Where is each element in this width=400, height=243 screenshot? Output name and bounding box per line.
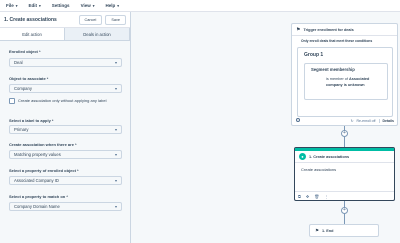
chevron-down-icon: ▾ <box>39 3 41 8</box>
condition-group: Group 1 Segment membership is member of … <box>297 47 393 117</box>
when-there-are-select[interactable]: Matching property values ▾ <box>9 150 122 159</box>
panel-form: Enrolled object * Deal ▾ Object to associ… <box>0 41 130 243</box>
when-there-are-value: Matching property values <box>14 152 61 157</box>
segment-condition-text: is member of <box>326 77 348 81</box>
segment-condition-bold2: company is unknown <box>326 82 365 87</box>
label-to-apply-select[interactable]: Primary ▾ <box>9 125 122 134</box>
trigger-card-header: ⚑ Trigger enrollment for deals <box>292 24 397 36</box>
chevron-down-icon: ▾ <box>114 127 117 132</box>
flag-icon: ⚑ <box>315 228 320 233</box>
end-card-header: ⚑ 1. End <box>310 225 378 237</box>
flag-icon: ⚑ <box>296 26 301 33</box>
menu-help-label: Help <box>105 3 116 8</box>
association-only-checkbox-row[interactable]: Create association only without applying… <box>9 98 122 104</box>
association-only-checkbox-label: Create association only without applying… <box>18 98 107 103</box>
menu-settings[interactable]: Settings <box>52 3 70 8</box>
object-to-associate-select[interactable]: Company ▾ <box>9 84 122 93</box>
menu-settings-label: Settings <box>51 3 70 8</box>
segment-title: Segment membership <box>311 67 355 72</box>
enrolled-object-select[interactable]: Deal ▾ <box>9 58 122 67</box>
add-action-button[interactable]: + <box>341 130 348 137</box>
action-title: 1. Create associations <box>309 154 350 159</box>
property-match-value: Company Domain Name <box>14 204 60 209</box>
panel-header: 1. Create associations Cancel Save <box>0 12 130 28</box>
reenroll-icon: ↻ <box>350 119 354 123</box>
menu-file-label: File <box>6 3 14 8</box>
property-enrolled-value: Associated Company ID <box>14 178 59 183</box>
copy-icon[interactable]: ⧉ <box>298 194 301 199</box>
panel-header-buttons: Cancel Save <box>78 14 126 25</box>
action-card-header: ● 1. Create associations <box>295 151 394 163</box>
panel-tabs: Edit action Deals in action <box>0 28 130 41</box>
tab-edit-action[interactable]: Edit action <box>0 28 65 40</box>
segment-filter: Segment membership is member of Associat… <box>304 63 388 100</box>
trigger-card-footer: ↻ Re-enroll off Details <box>292 117 397 125</box>
reenroll-status: Re-enroll off <box>356 119 376 123</box>
end-card[interactable]: ⚑ 1. End <box>309 224 379 237</box>
chevron-down-icon: ▾ <box>114 204 117 209</box>
info-icon <box>296 118 300 122</box>
label-to-apply-value: Primary <box>14 127 29 132</box>
action-record-icon: ● <box>299 153 306 160</box>
menu-edit-label: Edit <box>28 3 38 8</box>
action-card-footer: ⧉ ✥ 🗑 ⋮ <box>295 191 394 200</box>
trigger-title: Trigger enrollment for deals <box>303 27 354 32</box>
more-icon[interactable]: ⋮ <box>324 194 328 199</box>
move-icon[interactable]: ✥ <box>306 194 309 199</box>
label-to-apply-label: Select a label to apply * <box>9 118 54 123</box>
property-match-select[interactable]: Company Domain Name ▾ <box>9 202 122 211</box>
chevron-down-icon: ▾ <box>114 178 117 183</box>
menu-view[interactable]: View ▾ <box>81 3 95 8</box>
details-link[interactable]: Details <box>378 119 394 123</box>
menu-help[interactable]: Help ▾ <box>106 3 120 8</box>
segment-condition-bold1: Associated <box>349 77 370 81</box>
delete-icon[interactable]: 🗑 <box>314 194 319 199</box>
chevron-down-icon: ▾ <box>15 3 18 8</box>
chevron-down-icon: ▾ <box>114 60 117 65</box>
tab-deals-in-action[interactable]: Deals in action <box>65 28 130 40</box>
object-to-associate-label: Object to associate * <box>9 76 49 81</box>
add-action-button[interactable]: + <box>341 207 348 214</box>
end-title: 1. End <box>322 229 334 233</box>
chevron-down-icon: ▾ <box>114 86 117 91</box>
segment-condition: is member of Associated company is unknow… <box>305 72 387 88</box>
chevron-down-icon: ▾ <box>114 152 117 157</box>
menu-view-label: View <box>80 3 91 8</box>
top-menubar: File ▾ Edit ▾ Settings View ▾ Help ▾ <box>0 0 400 12</box>
object-to-associate-value: Company <box>14 86 32 91</box>
enrolled-object-value: Deal <box>14 60 23 65</box>
enrolled-object-label: Enrolled object * <box>9 49 41 54</box>
save-button[interactable]: Save <box>105 14 126 25</box>
cancel-button[interactable]: Cancel <box>78 14 103 25</box>
group-title: Group 1 <box>304 52 324 58</box>
menu-file[interactable]: File ▾ <box>6 3 18 8</box>
property-enrolled-label: Select a property of enrolled object * <box>9 168 79 173</box>
property-enrolled-select[interactable]: Associated Company ID ▾ <box>9 176 122 185</box>
panel-title: 1. Create associations <box>4 16 57 23</box>
association-only-checkbox[interactable] <box>9 98 15 104</box>
action-description: Create associations <box>301 167 337 172</box>
property-match-label: Select a property to match on * <box>9 194 68 199</box>
menu-edit[interactable]: Edit ▾ <box>29 3 41 8</box>
chevron-down-icon: ▾ <box>117 3 120 8</box>
action-card[interactable]: ● 1. Create associations Create associat… <box>294 147 395 201</box>
trigger-subtitle: Only enroll deals that meet these condit… <box>301 39 373 43</box>
action-edit-panel: 1. Create associations Cancel Save Edit … <box>0 12 131 243</box>
when-there-are-label: Create association when there are * <box>9 142 77 147</box>
chevron-down-icon: ▾ <box>92 3 95 8</box>
trigger-card[interactable]: ⚑ Trigger enrollment for deals Only enro… <box>291 23 398 126</box>
